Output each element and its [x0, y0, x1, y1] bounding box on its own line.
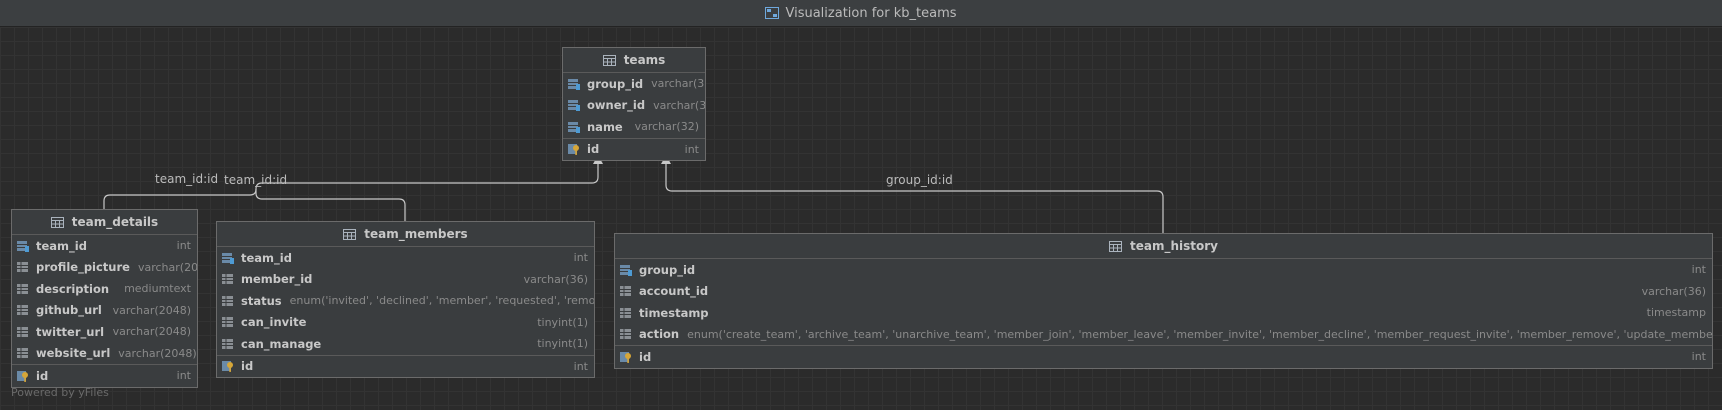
column-row[interactable]: timestamp timestamp [615, 302, 1712, 324]
table-header: team_details [12, 210, 197, 235]
table-name: team_details [71, 215, 159, 229]
column-row[interactable]: website_url varchar(2048) [12, 343, 197, 365]
indexed-column-icon [568, 100, 580, 112]
indexed-column-icon [568, 121, 580, 133]
column-row[interactable]: team_id int [12, 235, 197, 257]
table-team-details[interactable]: team_details team_id int profile_picture… [11, 209, 198, 388]
edge-label-details-teams: team_id:id [155, 172, 219, 186]
column-row[interactable]: description mediumtext [12, 278, 197, 300]
edge-label-history-teams: group_id:id [886, 173, 953, 187]
edge-team-details-teams [103, 163, 599, 209]
powered-by-text: Powered by yFiles [11, 386, 109, 399]
table-header: teams [563, 48, 705, 73]
table-icon [602, 54, 616, 66]
table-header: team_members [217, 222, 594, 247]
column-icon [222, 274, 233, 285]
column-row[interactable]: status enum('invited', 'declined', 'memb… [217, 290, 594, 312]
diagram-icon [765, 7, 780, 19]
table-name: team_history [1130, 239, 1218, 253]
primary-key-icon [620, 351, 631, 363]
window-titlebar: Visualization for kb_teams [0, 0, 1722, 27]
column-row[interactable]: group_id int [615, 259, 1712, 281]
table-header: team_history [615, 234, 1712, 259]
column-icon [222, 295, 233, 306]
column-row[interactable]: name varchar(32) [563, 116, 705, 138]
column-row[interactable]: can_manage tinyint(1) [217, 333, 594, 355]
primary-key-row[interactable]: id int [615, 345, 1712, 368]
column-row[interactable]: action enum('create_team', 'archive_team… [615, 324, 1712, 346]
column-row[interactable]: member_id varchar(36) [217, 269, 594, 291]
table-name: team_members [364, 227, 468, 241]
column-icon [17, 326, 28, 337]
window-title: Visualization for kb_teams [785, 5, 957, 21]
column-icon [620, 307, 631, 318]
table-icon [343, 228, 357, 240]
column-icon [17, 262, 28, 273]
column-icon [222, 338, 233, 349]
primary-key-row[interactable]: id int [563, 137, 705, 161]
column-row[interactable]: group_id varchar(36) [563, 73, 705, 95]
column-icon [17, 305, 28, 316]
column-row[interactable]: github_url varchar(2048) [12, 300, 197, 322]
primary-key-row[interactable]: id int [12, 364, 197, 387]
column-icon [620, 286, 631, 297]
foreign-key-column-icon [222, 252, 234, 264]
indexed-column-icon [568, 78, 580, 90]
primary-key-icon [17, 370, 28, 382]
column-icon [222, 317, 233, 328]
primary-key-icon [568, 144, 579, 156]
primary-key-icon [222, 361, 233, 373]
edge-label-members-teams: team_id:id [224, 173, 288, 187]
diagram-canvas[interactable]: team_id:id team_id:id group_id:id teams … [0, 27, 1722, 410]
column-row[interactable]: twitter_url varchar(2048) [12, 321, 197, 343]
column-row[interactable]: team_id int [217, 247, 594, 269]
column-row[interactable]: profile_picture varchar(2048) [12, 257, 197, 279]
primary-key-row[interactable]: id int [217, 354, 594, 378]
table-team-members[interactable]: team_members team_id int member_id varch… [216, 221, 595, 378]
column-icon [17, 283, 28, 294]
table-teams[interactable]: teams group_id varchar(36) owner_id varc… [562, 47, 706, 161]
table-icon [50, 216, 64, 228]
foreign-key-column-icon [17, 240, 29, 252]
column-row[interactable]: can_invite tinyint(1) [217, 312, 594, 334]
column-row[interactable]: owner_id varchar(36) [563, 95, 705, 117]
table-team-history[interactable]: team_history group_id int account_id var… [614, 233, 1713, 369]
column-icon [17, 348, 28, 359]
foreign-key-column-icon [620, 264, 632, 276]
table-name: teams [623, 53, 666, 67]
table-icon [1109, 240, 1122, 252]
column-row[interactable]: account_id varchar(36) [615, 281, 1712, 303]
edge-team-members-teams [255, 189, 406, 221]
column-icon [620, 329, 631, 340]
